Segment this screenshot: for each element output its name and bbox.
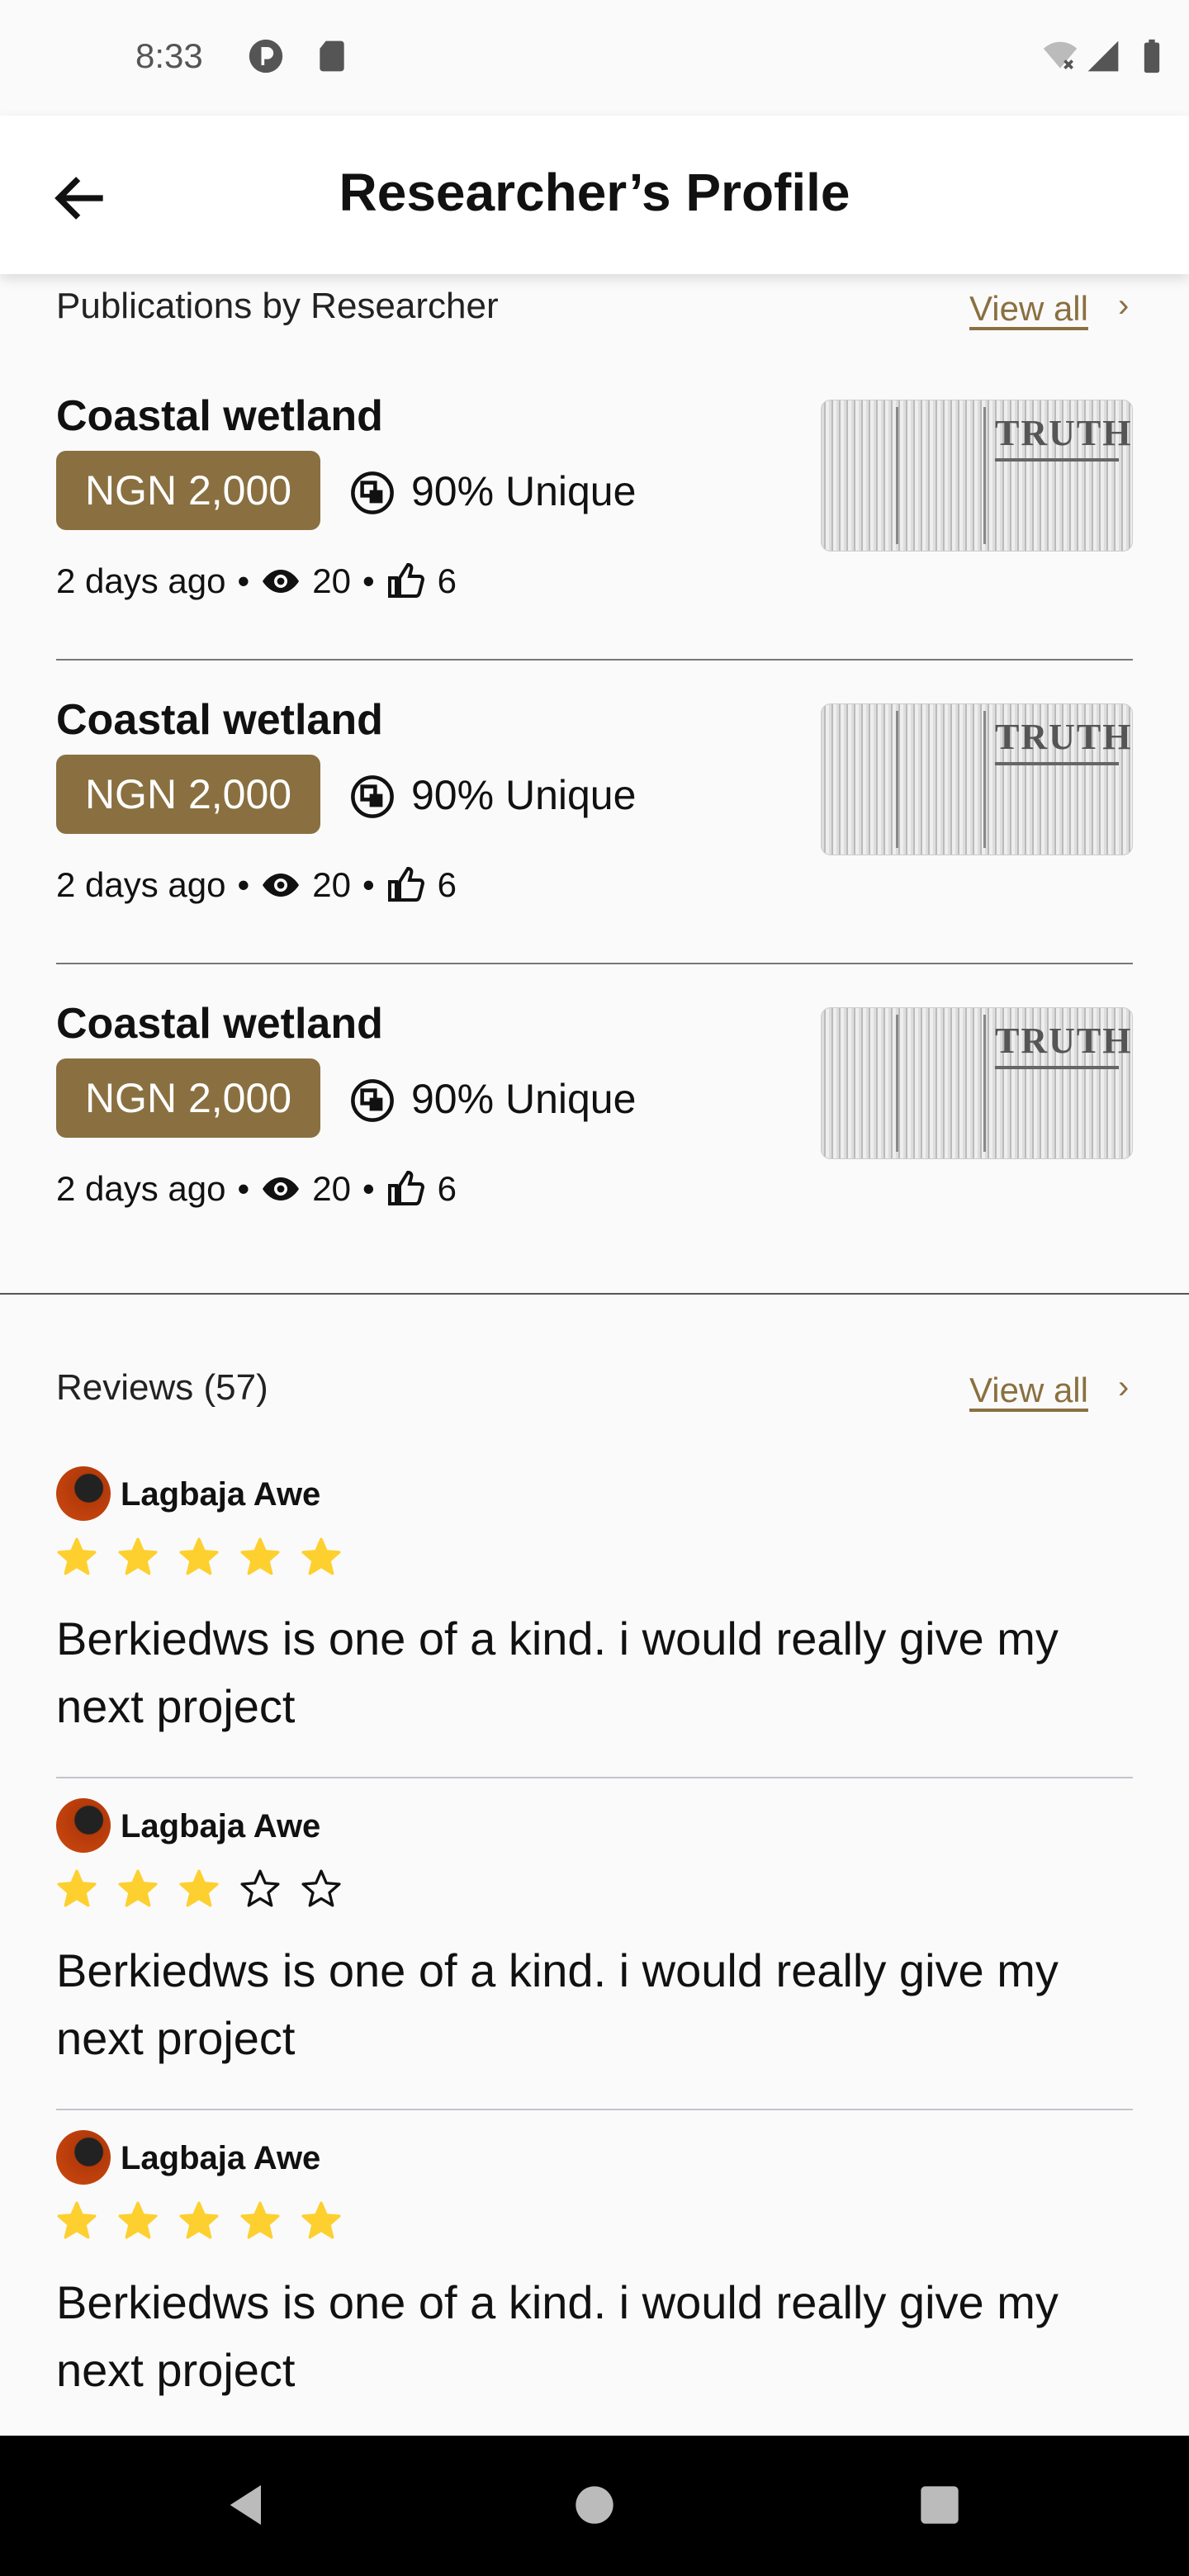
publication-divider: [56, 963, 1133, 964]
nav-back-icon[interactable]: [221, 2479, 274, 2531]
price-badge: NGN 2,000: [56, 1058, 320, 1138]
publications-heading: Publications by Researcher: [56, 286, 499, 326]
publication-age: 2 days ago: [56, 865, 226, 904]
nav-home-icon[interactable]: [568, 2479, 621, 2531]
star-filled-icon: [179, 1537, 219, 1575]
star-filled-icon: [240, 2201, 280, 2239]
unique-copy-icon: [351, 1079, 394, 1122]
star-rating: [56, 1536, 342, 1577]
thumbs-up-icon: [387, 1170, 424, 1205]
star-outline-icon: [301, 1869, 341, 1907]
eye-icon: [263, 1177, 300, 1200]
publication-item[interactable]: Coastal wetland NGN 2,000 90% Unique 2 d…: [56, 391, 1133, 695]
thumbnail-masthead: TRUTH: [995, 717, 1133, 757]
star-filled-icon: [179, 1869, 219, 1907]
like-count: 6: [437, 1169, 457, 1208]
chevron-right-icon[interactable]: ›: [1118, 287, 1129, 324]
star-filled-icon: [179, 2201, 219, 2239]
app-bar: Researcher’s Profile: [0, 116, 1189, 274]
price-badge: NGN 2,000: [56, 755, 320, 834]
view-count: 20: [312, 561, 351, 600]
reviewer-name: Lagbaja Awe: [121, 1808, 321, 1844]
like-count: 6: [437, 561, 457, 600]
view-count: 20: [312, 1169, 351, 1208]
thumbnail-masthead: TRUTH: [995, 413, 1133, 453]
avatar: [56, 2130, 111, 2185]
unique-copy-icon: [351, 471, 394, 514]
publication-meta: 2 days ago • 20 • 6: [56, 561, 457, 600]
uniqueness-label: 90% Unique: [411, 772, 637, 818]
star-filled-icon: [118, 1869, 158, 1907]
star-filled-icon: [57, 1537, 97, 1575]
status-bar: 8:33: [0, 0, 1189, 116]
star-outline-icon: [240, 1869, 280, 1907]
battery-icon: [1144, 39, 1160, 73]
star-rating: [56, 2200, 342, 2241]
publication-thumbnail[interactable]: TRUTH: [821, 1007, 1133, 1159]
review-text: Berkiedws is one of a kind. i would real…: [56, 1944, 1059, 2064]
status-time: 8:33: [135, 36, 203, 75]
publication-age: 2 days ago: [56, 1169, 226, 1208]
nav-recents-icon[interactable]: [913, 2479, 966, 2531]
publication-meta: 2 days ago • 20 • 6: [56, 1169, 457, 1208]
publications-view-all-link[interactable]: View all: [969, 289, 1088, 329]
wifi-off-icon: [1043, 41, 1078, 69]
reviews-heading: Reviews (57): [56, 1367, 268, 1408]
star-rating: [56, 1868, 342, 1909]
eye-icon: [263, 874, 300, 897]
publication-title[interactable]: Coastal wetland: [56, 695, 383, 745]
star-filled-icon: [57, 2201, 97, 2239]
avatar: [56, 1466, 111, 1521]
publication-divider: [56, 659, 1133, 661]
publication-item[interactable]: Coastal wetland NGN 2,000 90% Unique 2 d…: [56, 695, 1133, 999]
reviewer-name: Lagbaja Awe: [121, 1476, 321, 1513]
system-nav-bar: [0, 2436, 1189, 2576]
publication-thumbnail[interactable]: TRUTH: [821, 703, 1133, 855]
star-filled-icon: [301, 2201, 341, 2239]
publication-meta: 2 days ago • 20 • 6: [56, 865, 457, 904]
uniqueness-label: 90% Unique: [411, 468, 637, 514]
review-divider: [56, 2109, 1133, 2110]
review-text: Berkiedws is one of a kind. i would real…: [56, 1612, 1059, 1732]
eye-icon: [263, 570, 300, 593]
like-count: 6: [437, 865, 457, 904]
star-filled-icon: [118, 2201, 158, 2239]
publication-thumbnail[interactable]: TRUTH: [821, 400, 1133, 552]
publication-title[interactable]: Coastal wetland: [56, 391, 383, 441]
app-notification-icon: [249, 39, 283, 73]
page-title: Researcher’s Profile: [339, 163, 850, 222]
signal-icon: [1087, 40, 1119, 72]
review-text: Berkiedws is one of a kind. i would real…: [56, 2276, 1059, 2396]
reviews-view-all-link[interactable]: View all: [969, 1371, 1088, 1410]
star-filled-icon: [240, 1537, 280, 1575]
reviewer-name: Lagbaja Awe: [121, 2140, 321, 2176]
view-count: 20: [312, 865, 351, 904]
price-badge: NGN 2,000: [56, 451, 320, 530]
publication-item[interactable]: Coastal wetland NGN 2,000 90% Unique 2 d…: [56, 999, 1133, 1303]
thumbnail-masthead: TRUTH: [995, 1020, 1133, 1061]
avatar: [56, 1798, 111, 1853]
review-divider: [56, 1777, 1133, 1778]
star-filled-icon: [301, 1537, 341, 1575]
chevron-right-icon[interactable]: ›: [1118, 1369, 1129, 1406]
publication-title[interactable]: Coastal wetland: [56, 999, 383, 1049]
sd-card-icon: [320, 40, 344, 72]
section-divider: [0, 1293, 1189, 1295]
publication-age: 2 days ago: [56, 561, 226, 600]
uniqueness-label: 90% Unique: [411, 1076, 637, 1122]
star-filled-icon: [57, 1869, 97, 1907]
thumbs-up-icon: [387, 562, 424, 598]
unique-copy-icon: [351, 775, 394, 818]
thumbs-up-icon: [387, 866, 424, 902]
star-filled-icon: [118, 1537, 158, 1575]
